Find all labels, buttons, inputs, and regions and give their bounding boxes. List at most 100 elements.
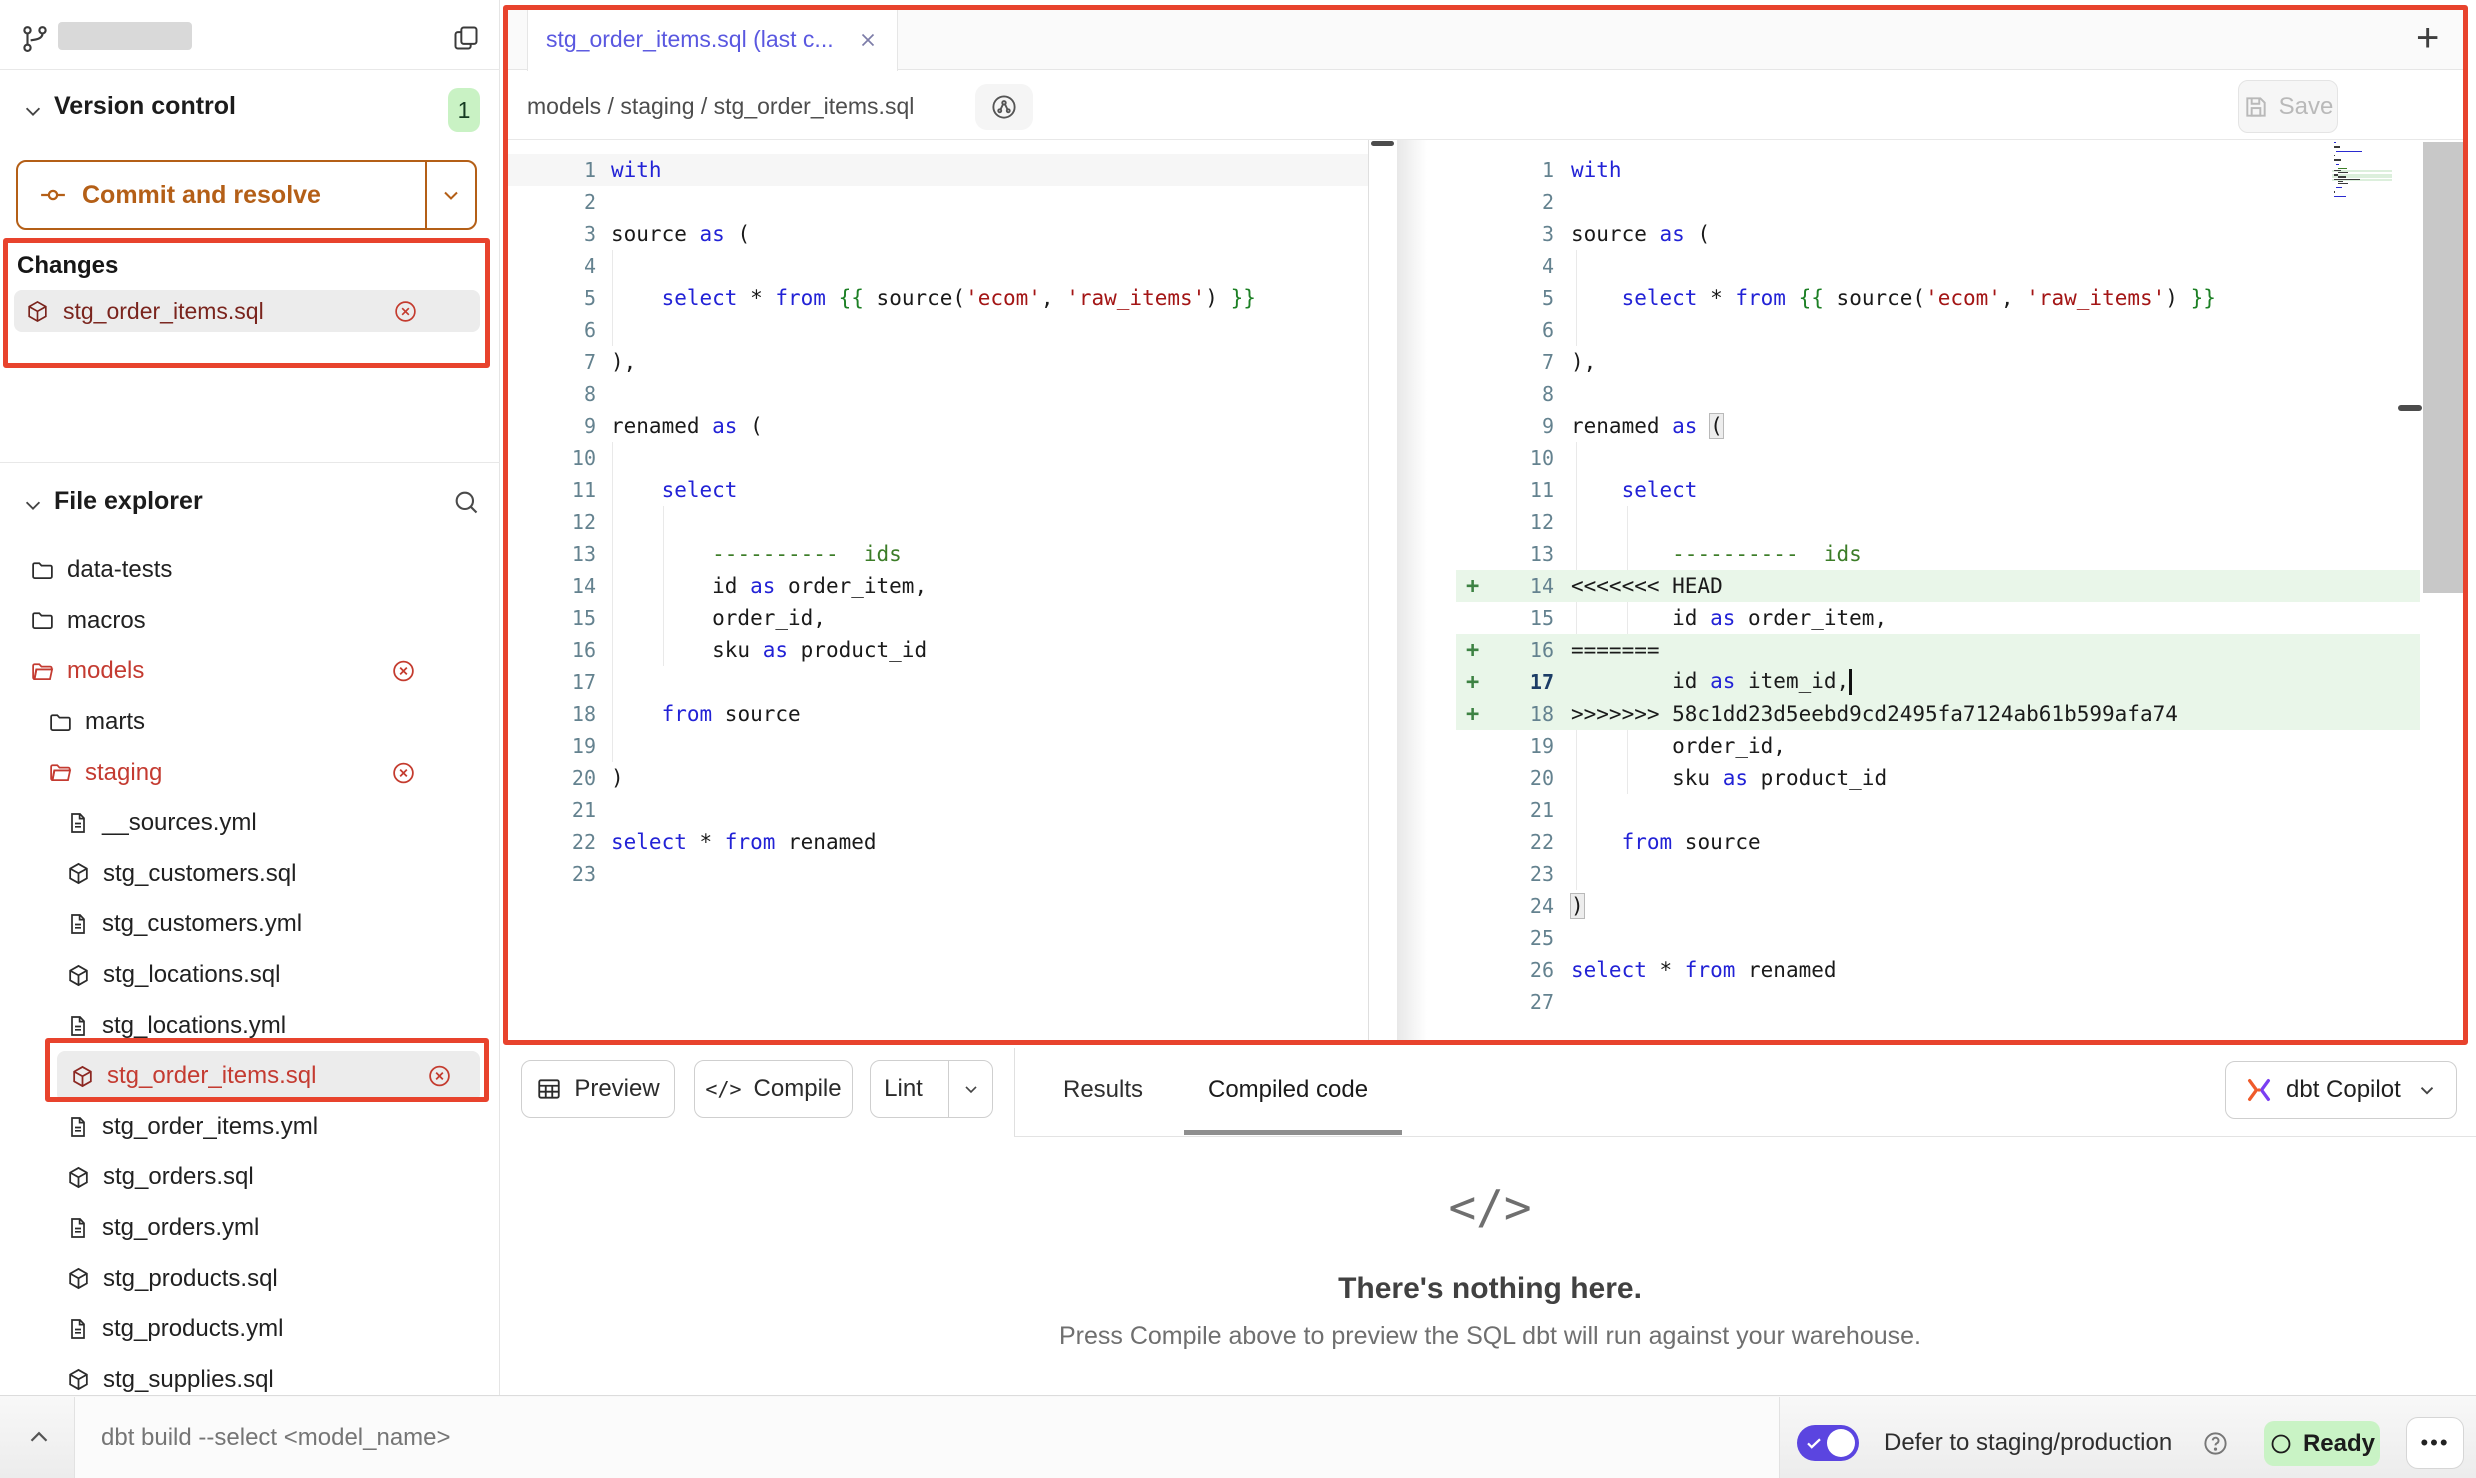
file-tree-item-staging[interactable]: staging <box>0 747 500 798</box>
file-tree-item-data-tests[interactable]: data-tests <box>0 545 500 596</box>
code-line[interactable]: 10 <box>1456 442 2420 474</box>
code-line[interactable]: +16======= <box>1456 634 2420 666</box>
code-line[interactable]: 12 <box>505 506 1368 538</box>
defer-toggle[interactable] <box>1797 1425 1859 1461</box>
command-input[interactable]: dbt build --select <model_name> <box>74 1397 1780 1478</box>
code-line[interactable]: 6 <box>505 314 1368 346</box>
code-line[interactable]: 23 <box>1456 858 2420 890</box>
chevron-down-icon[interactable] <box>22 494 44 516</box>
file-tree-item-marts[interactable]: marts <box>0 697 500 748</box>
code-line[interactable]: 10 <box>505 442 1368 474</box>
code-line[interactable]: 15 id as order_item, <box>1456 602 2420 634</box>
file-tree-item-macros[interactable]: macros <box>0 596 500 647</box>
file-tree-item-stg-products-sql[interactable]: stg_products.sql <box>0 1253 500 1304</box>
code-line[interactable]: 14 id as order_item, <box>505 570 1368 602</box>
file-tree-item-stg-customers-yml[interactable]: stg_customers.yml <box>0 899 500 950</box>
code-pane-original[interactable]: 1with23source as (45 select * from {{ so… <box>505 140 1368 1045</box>
code-line[interactable]: 13 ---------- ids <box>505 538 1368 570</box>
code-line[interactable]: 19 <box>505 730 1368 762</box>
copy-docs-icon[interactable] <box>452 24 480 52</box>
code-line[interactable]: 7), <box>1456 346 2420 378</box>
code-line[interactable]: +18>>>>>>> 58c1dd23d5eebd9cd2495fa7124ab… <box>1456 698 2420 730</box>
code-line[interactable]: +17 id as item_id, <box>1456 666 2420 698</box>
code-line[interactable]: 4 <box>505 250 1368 282</box>
file-tree-item--sources-yml[interactable]: __sources.yml <box>0 798 500 849</box>
code-line[interactable]: 18 from source <box>505 698 1368 730</box>
code-line[interactable]: 2 <box>1456 186 2420 218</box>
code-line[interactable]: 7), <box>505 346 1368 378</box>
code-line[interactable]: 24) <box>1456 890 2420 922</box>
file-tree-item-stg-order-items-sql[interactable]: stg_order_items.sql <box>57 1051 480 1102</box>
code-line[interactable]: 8 <box>505 378 1368 410</box>
code-line[interactable]: 11 select <box>1456 474 2420 506</box>
file-tree-item-stg-products-yml[interactable]: stg_products.yml <box>0 1304 500 1355</box>
code-line[interactable]: 11 select <box>505 474 1368 506</box>
lineage-button[interactable] <box>975 84 1033 130</box>
code-line[interactable]: 13 ---------- ids <box>1456 538 2420 570</box>
code-line[interactable]: 27 <box>1456 986 2420 1018</box>
code-line[interactable]: 5 select * from {{ source('ecom', 'raw_i… <box>1456 282 2420 314</box>
code-pane-conflict[interactable]: 1with23source as (45 select * from {{ so… <box>1456 140 2420 1045</box>
lint-button[interactable]: Lint <box>870 1060 993 1118</box>
code-line[interactable]: 5 select * from {{ source('ecom', 'raw_i… <box>505 282 1368 314</box>
code-line[interactable]: 21 <box>1456 794 2420 826</box>
search-icon[interactable] <box>452 488 480 516</box>
code-line[interactable]: 20) <box>505 762 1368 794</box>
code-line[interactable]: 9renamed as ( <box>1456 410 2420 442</box>
conflict-close-icon[interactable] <box>391 659 416 684</box>
code-line[interactable]: 23 <box>505 858 1368 890</box>
code-line[interactable]: +14<<<<<<< HEAD <box>1456 570 2420 602</box>
right-pane-scrollbar-thumb[interactable] <box>2398 405 2422 411</box>
code-line[interactable]: 6 <box>1456 314 2420 346</box>
code-line[interactable]: 12 <box>1456 506 2420 538</box>
compile-button[interactable]: </> Compile <box>694 1060 853 1118</box>
close-icon[interactable] <box>857 29 879 51</box>
tab-results[interactable]: Results <box>1063 1076 1143 1104</box>
chevron-up-icon[interactable] <box>22 1422 56 1452</box>
file-tree-item-stg-order-items-yml[interactable]: stg_order_items.yml <box>0 1102 500 1153</box>
code-line[interactable]: 25 <box>1456 922 2420 954</box>
dbt-copilot-button[interactable]: dbt Copilot <box>2225 1061 2457 1119</box>
more-options-button[interactable]: ••• <box>2406 1417 2464 1469</box>
code-line[interactable]: 16 sku as product_id <box>505 634 1368 666</box>
conflict-close-icon[interactable] <box>427 1064 452 1089</box>
file-tree-item-stg-orders-sql[interactable]: stg_orders.sql <box>0 1152 500 1203</box>
code-line[interactable]: 22select * from renamed <box>505 826 1368 858</box>
preview-button[interactable]: Preview <box>521 1060 675 1118</box>
tab-compiled-code[interactable]: Compiled code <box>1208 1076 1368 1104</box>
file-tree-item-stg-supplies-sql[interactable]: stg_supplies.sql <box>0 1355 500 1396</box>
discard-change-icon[interactable] <box>393 299 418 324</box>
commit-and-resolve-main[interactable]: Commit and resolve <box>18 162 425 228</box>
code-line[interactable]: 26select * from renamed <box>1456 954 2420 986</box>
changed-file-row[interactable]: stg_order_items.sql <box>14 290 480 332</box>
file-tree-item-models[interactable]: models <box>0 646 500 697</box>
status-ready-badge[interactable]: Ready <box>2264 1421 2380 1466</box>
code-line[interactable]: 3source as ( <box>505 218 1368 250</box>
chevron-down-icon[interactable] <box>22 100 44 122</box>
file-tree-item-stg-locations-yml[interactable]: stg_locations.yml <box>0 1000 500 1051</box>
editor-scrollbar-thumb[interactable] <box>2423 142 2467 593</box>
help-icon[interactable] <box>2202 1430 2229 1457</box>
code-line[interactable]: 3source as ( <box>1456 218 2420 250</box>
save-button[interactable]: Save <box>2238 80 2338 133</box>
code-line[interactable]: 2 <box>505 186 1368 218</box>
new-tab-plus-icon[interactable]: + <box>2416 18 2439 58</box>
left-pane-scrollbar-thumb[interactable] <box>1371 141 1394 146</box>
code-line[interactable]: 4 <box>1456 250 2420 282</box>
minimap[interactable] <box>2332 142 2394 202</box>
file-tree-item-stg-customers-sql[interactable]: stg_customers.sql <box>0 849 500 900</box>
code-line[interactable]: 17 <box>505 666 1368 698</box>
code-line[interactable]: 9renamed as ( <box>505 410 1368 442</box>
tab-stg-order-items[interactable]: stg_order_items.sql (last c... <box>527 8 898 71</box>
code-line[interactable]: 1with <box>1456 154 2420 186</box>
code-line[interactable]: 21 <box>505 794 1368 826</box>
code-line[interactable]: 19 order_id, <box>1456 730 2420 762</box>
code-line[interactable]: 15 order_id, <box>505 602 1368 634</box>
file-tree-item-stg-locations-sql[interactable]: stg_locations.sql <box>0 950 500 1001</box>
commit-and-resolve-button[interactable]: Commit and resolve <box>16 160 477 230</box>
code-line[interactable]: 20 sku as product_id <box>1456 762 2420 794</box>
code-line[interactable]: 22 from source <box>1456 826 2420 858</box>
code-line[interactable]: 8 <box>1456 378 2420 410</box>
code-line[interactable]: 1with <box>505 154 1368 186</box>
lint-dropdown[interactable] <box>948 1061 992 1117</box>
